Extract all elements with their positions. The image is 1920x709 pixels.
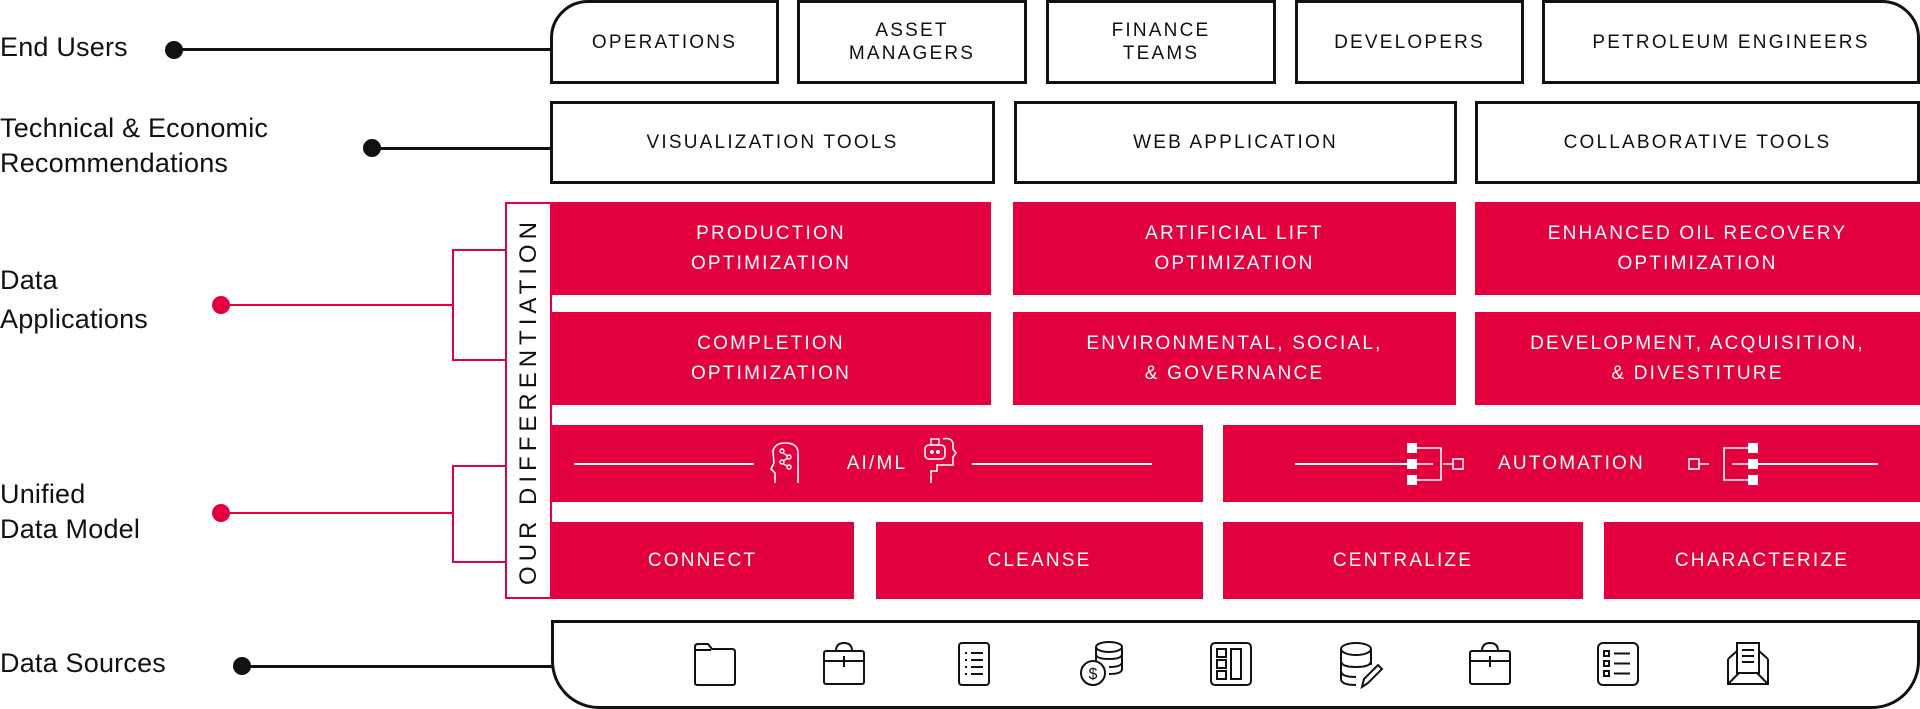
layer-label-line: Technical & Economic: [0, 113, 269, 143]
folder-icon: [694, 643, 736, 686]
box-label: CHARACTERIZE: [1674, 549, 1850, 571]
connector-line: [221, 512, 453, 514]
capability-label: AUTOMATION: [1498, 452, 1645, 474]
step-characterize: CHARACTERIZE: [1604, 522, 1920, 599]
briefcase-icon: [1469, 641, 1511, 685]
end-user-developers: DEVELOPERS: [1295, 0, 1524, 84]
workflow-right-icon: [1688, 443, 1758, 485]
box-label: ARTIFICIAL LIFT OPTIMIZATION: [1145, 222, 1324, 274]
brain-network-head-icon: [770, 442, 799, 483]
box-label: CLEANSE: [987, 549, 1092, 571]
checklist-icon: [1597, 642, 1639, 686]
rec-web-application: WEB APPLICATION: [1014, 101, 1457, 184]
rec-collaborative-tools: COLLABORATIVE TOOLS: [1475, 101, 1920, 184]
end-user-finance-teams: FINANCE TEAMS: [1046, 0, 1276, 84]
layer-label-line: Data: [0, 265, 58, 295]
end-user-asset-managers: ASSET MANAGERS: [797, 0, 1027, 84]
layer-label-data-sources: Data Sources: [0, 648, 166, 678]
document-list-icon: [958, 642, 990, 686]
app-esg: ENVIRONMENTAL, SOCIAL, & GOVERNANCE: [1013, 312, 1456, 405]
box-label: CONNECT: [647, 549, 758, 571]
box-label: ENHANCED OIL RECOVERY OPTIMIZATION: [1547, 222, 1848, 274]
layer-label-line: Unified: [0, 479, 86, 509]
step-centralize: CENTRALIZE: [1223, 522, 1583, 599]
box-label: PRODUCTION OPTIMIZATION: [690, 222, 852, 274]
box-label: DEVELOPERS: [1334, 31, 1485, 53]
connector-line: [242, 665, 552, 668]
app-development-acquisition-divestiture: DEVELOPMENT, ACQUISITION, & DIVESTITURE: [1475, 312, 1920, 405]
robot-head-icon: [924, 437, 957, 483]
coins-database-icon: $: [1080, 641, 1123, 686]
connector-line: [372, 147, 552, 150]
box-label: DEVELOPMENT, ACQUISITION, & DIVESTITURE: [1530, 332, 1865, 384]
box-label: WEB APPLICATION: [1133, 132, 1338, 153]
box-label: CENTRALIZE: [1332, 549, 1474, 571]
differentiation-label: OUR DIFFERENTIATION: [514, 216, 542, 585]
briefcase-icon: [823, 641, 865, 685]
differentiation-box: OUR DIFFERENTIATION: [505, 202, 552, 599]
end-user-petroleum-engineers: PETROLEUM ENGINEERS: [1542, 0, 1920, 84]
end-user-operations: OPERATIONS: [550, 0, 779, 84]
capability-label: AI/ML: [846, 452, 908, 474]
divider-line: [972, 463, 1152, 465]
app-production-optimization: PRODUCTION OPTIMIZATION: [551, 202, 991, 295]
envelope-document-icon: [1727, 642, 1769, 685]
capability-automation: AUTOMATION: [1223, 425, 1920, 502]
box-label: PETROLEUM ENGINEERS: [1592, 31, 1870, 53]
bracket: [452, 249, 506, 361]
layer-label-unified-data-model: Unified Data Model: [0, 477, 140, 547]
database-edit-icon: [1340, 642, 1384, 689]
workflow-left-icon: [1407, 443, 1464, 485]
app-enhanced-oil-recovery: ENHANCED OIL RECOVERY OPTIMIZATION: [1475, 202, 1920, 295]
box-label: VISUALIZATION TOOLS: [646, 132, 899, 153]
step-connect: CONNECT: [551, 522, 854, 599]
divider-line: [1758, 463, 1878, 465]
capability-ai-ml: AI/ML: [551, 425, 1203, 502]
step-cleanse: CLEANSE: [876, 522, 1203, 599]
bracket: [452, 465, 506, 563]
box-label: ASSET MANAGERS: [848, 20, 976, 64]
box-label: OPERATIONS: [591, 31, 738, 53]
svg-text:$: $: [1089, 666, 1098, 683]
layer-label-data-applications: Data Applications: [0, 261, 148, 339]
rec-visualization-tools: VISUALIZATION TOOLS: [550, 101, 995, 184]
app-completion-optimization: COMPLETION OPTIMIZATION: [551, 312, 991, 405]
box-label: FINANCE TEAMS: [1111, 20, 1211, 64]
divider-line: [574, 463, 754, 465]
connector-line: [221, 304, 453, 306]
app-artificial-lift-optimization: ARTIFICIAL LIFT OPTIMIZATION: [1013, 202, 1456, 295]
layer-label-end-users: End Users: [0, 32, 128, 62]
layer-label-line: Applications: [0, 304, 148, 334]
connector-line: [174, 48, 552, 51]
layer-label-recommendations: Technical & Economic Recommendations: [0, 111, 268, 181]
dashboard-layout-icon: [1210, 642, 1252, 686]
box-label: COMPLETION OPTIMIZATION: [690, 332, 852, 384]
layer-label-line: Recommendations: [0, 148, 229, 178]
divider-line: [1295, 463, 1407, 465]
box-label: ENVIRONMENTAL, SOCIAL, & GOVERNANCE: [1086, 332, 1383, 384]
box-label: COLLABORATIVE TOOLS: [1563, 132, 1832, 153]
layer-label-line: Data Model: [0, 514, 141, 544]
